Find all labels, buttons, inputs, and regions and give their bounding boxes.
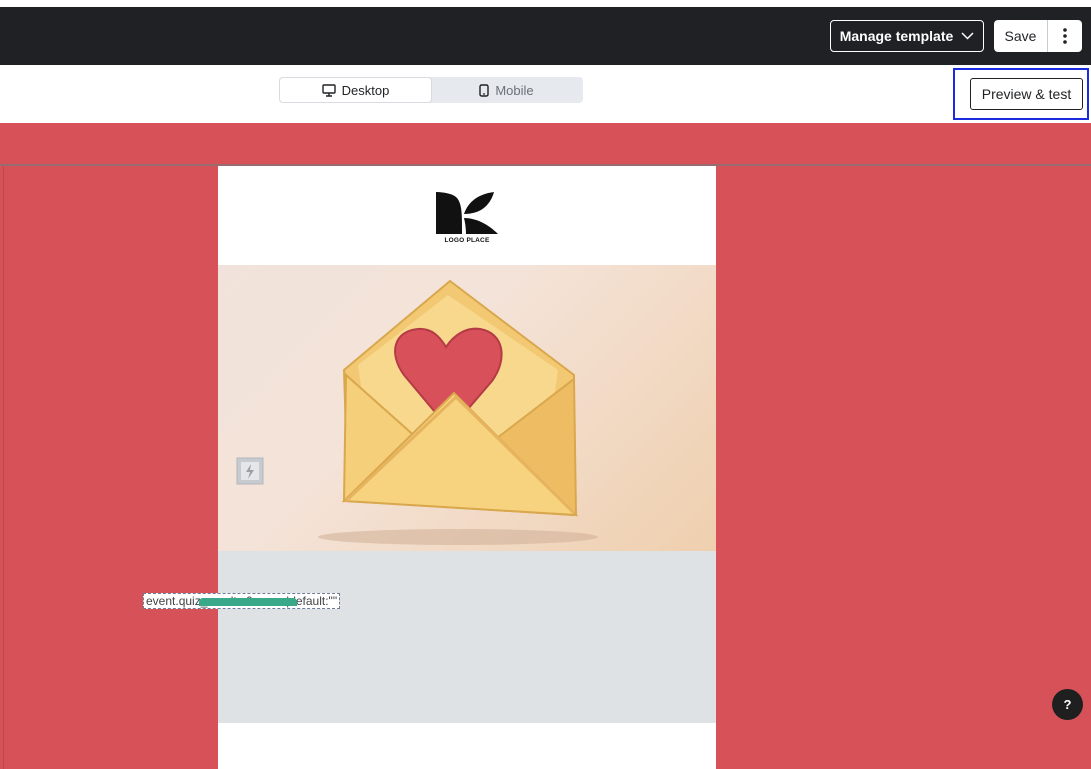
view-bar: Desktop Mobile	[0, 65, 1091, 123]
monitor-icon	[321, 83, 336, 97]
top-edge	[0, 0, 1091, 7]
view-toggle: Desktop Mobile	[279, 77, 583, 103]
preview-test-label: Preview & test	[981, 86, 1072, 102]
mobile-label: Mobile	[495, 82, 534, 98]
preview-test-button[interactable]: Preview & test	[970, 78, 1083, 110]
envelope-heart-illustration	[318, 279, 598, 545]
manage-template-button[interactable]: Manage template	[830, 20, 984, 52]
email-body[interactable]: LOGO PLACE	[218, 166, 716, 769]
kebab-menu-icon	[1063, 28, 1067, 44]
logo-text: LOGO PLACE	[444, 237, 490, 244]
mobile-view-option[interactable]: Mobile	[431, 78, 582, 102]
logo-block[interactable]: LOGO PLACE	[218, 166, 716, 265]
help-button[interactable]: ?	[1052, 689, 1083, 720]
mobile-icon	[479, 83, 490, 97]
chevron-down-icon	[961, 32, 974, 40]
save-label: Save	[1004, 28, 1037, 44]
desktop-label: Desktop	[341, 82, 390, 98]
image-placeholder-block[interactable]	[218, 551, 716, 723]
more-options-button[interactable]	[1048, 20, 1082, 52]
help-label: ?	[1063, 697, 1072, 712]
logo-icon	[436, 192, 498, 234]
top-toolbar: Manage template Save	[0, 0, 1091, 65]
save-button-group: Save	[994, 20, 1082, 52]
canvas-left-border	[3, 166, 4, 769]
email-cta-button[interactable]	[199, 598, 297, 606]
manage-template-label: Manage template	[839, 28, 954, 44]
hero-image[interactable]	[218, 265, 716, 551]
desktop-view-option[interactable]: Desktop	[280, 78, 431, 102]
image-placeholder-icon	[236, 457, 264, 485]
save-button[interactable]: Save	[994, 20, 1048, 52]
